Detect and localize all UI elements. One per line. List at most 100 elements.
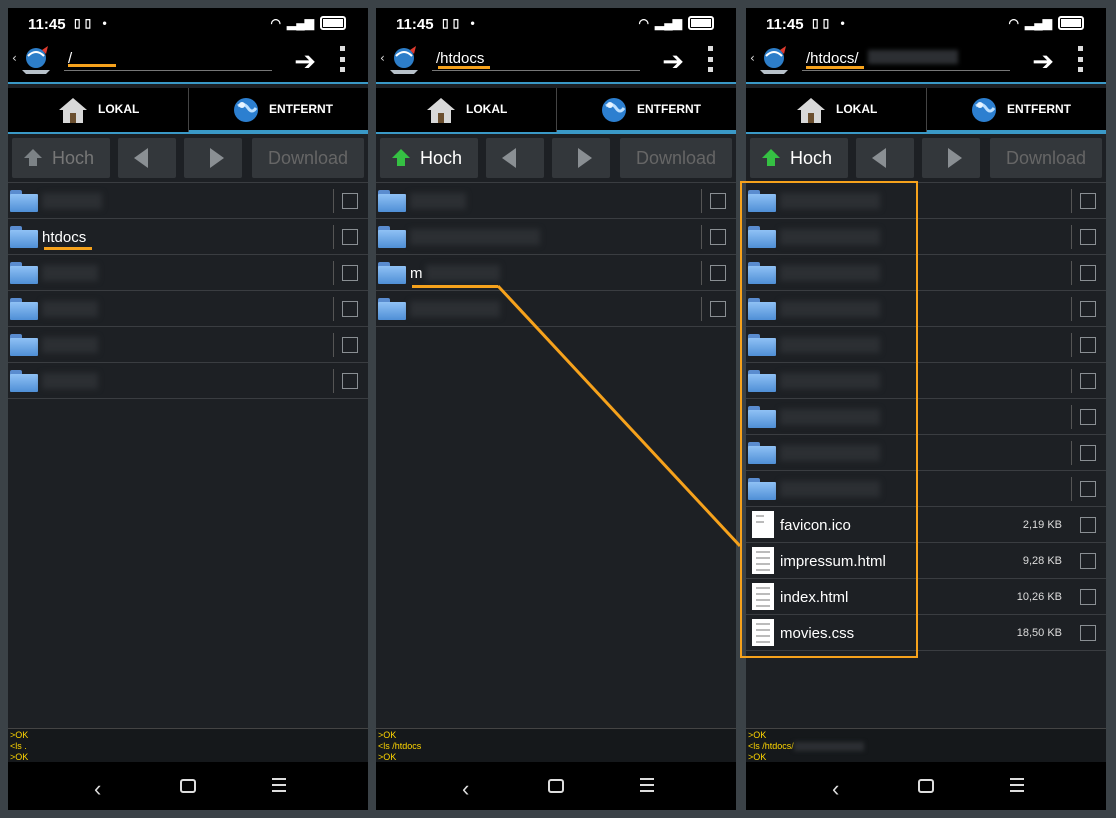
row-checkbox[interactable] bbox=[342, 337, 358, 353]
forward-button[interactable] bbox=[184, 138, 242, 178]
row-divider bbox=[1071, 261, 1072, 285]
blurred-name bbox=[410, 301, 500, 317]
row-checkbox[interactable] bbox=[1080, 517, 1096, 533]
svg-text:‹: ‹ bbox=[12, 51, 17, 65]
up-button[interactable]: Hoch bbox=[380, 138, 478, 178]
row-checkbox[interactable] bbox=[1080, 481, 1096, 497]
nav-home-icon[interactable] bbox=[180, 779, 196, 793]
status-icons: ◠ ▂▄▆ bbox=[271, 16, 346, 30]
go-arrow-icon[interactable]: ➔ bbox=[1032, 46, 1054, 77]
row-checkbox[interactable] bbox=[1080, 229, 1096, 245]
overflow-menu-icon[interactable] bbox=[338, 46, 346, 72]
globe-icon bbox=[972, 98, 996, 122]
row-checkbox[interactable] bbox=[342, 301, 358, 317]
app-logo-icon[interactable]: ‹ bbox=[380, 44, 422, 76]
row-checkbox[interactable] bbox=[342, 373, 358, 389]
up-label: Hoch bbox=[420, 148, 463, 168]
tab-local-label: LOKAL bbox=[836, 102, 878, 116]
row-checkbox[interactable] bbox=[1080, 589, 1096, 605]
folder-icon bbox=[378, 226, 406, 248]
status-indicator: ▯▯ • bbox=[442, 16, 479, 30]
tab-remote[interactable]: ENTFERNT bbox=[188, 88, 368, 134]
row-divider bbox=[333, 261, 334, 285]
tab-remote[interactable]: ENTFERNT bbox=[556, 88, 736, 134]
triangle-right-icon bbox=[578, 148, 592, 168]
tab-bar-divider bbox=[8, 132, 368, 134]
file-size: 10,26 KB bbox=[1016, 591, 1062, 603]
back-button[interactable] bbox=[486, 138, 544, 178]
go-arrow-icon[interactable]: ➔ bbox=[294, 46, 316, 77]
app-logo-icon[interactable]: ‹ bbox=[12, 44, 54, 76]
row-checkbox[interactable] bbox=[710, 193, 726, 209]
download-button[interactable]: Download bbox=[990, 138, 1102, 178]
system-nav-bar: ‹ bbox=[376, 762, 736, 810]
row-checkbox[interactable] bbox=[1080, 265, 1096, 281]
blurred-name bbox=[42, 337, 98, 353]
list-item[interactable] bbox=[8, 182, 368, 219]
status-bar: 11:45 ▯▯ • ◠ ▂▄▆ bbox=[376, 8, 736, 38]
row-checkbox[interactable] bbox=[342, 229, 358, 245]
signal-icon: ▂▄▆ bbox=[1025, 16, 1052, 30]
nav-menu-icon[interactable] bbox=[272, 778, 286, 792]
folder-icon bbox=[378, 262, 406, 284]
item-name: htdocs bbox=[42, 229, 87, 246]
status-icons: ◠ ▂▄▆ bbox=[1009, 16, 1084, 30]
nav-home-icon[interactable] bbox=[918, 779, 934, 793]
overflow-menu-icon[interactable] bbox=[1076, 46, 1084, 72]
highlight-box-folder-contents bbox=[740, 181, 918, 658]
blurred-log-path bbox=[793, 742, 864, 752]
go-arrow-icon[interactable]: ➔ bbox=[662, 46, 684, 77]
row-checkbox[interactable] bbox=[1080, 301, 1096, 317]
list-item[interactable] bbox=[376, 219, 736, 255]
back-button[interactable] bbox=[118, 138, 176, 178]
up-button[interactable]: Hoch bbox=[12, 138, 110, 178]
nav-home-icon[interactable] bbox=[548, 779, 564, 793]
row-divider bbox=[1071, 441, 1072, 465]
list-item[interactable] bbox=[376, 291, 736, 327]
row-checkbox[interactable] bbox=[1080, 337, 1096, 353]
list-item[interactable] bbox=[8, 327, 368, 363]
row-checkbox[interactable] bbox=[1080, 373, 1096, 389]
row-checkbox[interactable] bbox=[342, 193, 358, 209]
tab-local[interactable]: LOKAL bbox=[746, 88, 926, 132]
triangle-left-icon bbox=[872, 148, 886, 168]
overflow-menu-icon[interactable] bbox=[706, 46, 714, 72]
command-log: >OK <ls /htdocs >OK bbox=[376, 728, 736, 762]
row-checkbox[interactable] bbox=[710, 265, 726, 281]
nav-back-icon[interactable]: ‹ bbox=[832, 776, 839, 802]
list-item[interactable] bbox=[8, 255, 368, 291]
tab-local[interactable]: LOKAL bbox=[8, 88, 188, 132]
app-logo-icon[interactable]: ‹ bbox=[750, 44, 792, 76]
row-divider bbox=[1071, 477, 1072, 501]
row-checkbox[interactable] bbox=[1080, 553, 1096, 569]
row-checkbox[interactable] bbox=[710, 229, 726, 245]
list-item[interactable] bbox=[376, 182, 736, 219]
battery-icon bbox=[320, 16, 346, 30]
list-item[interactable] bbox=[8, 291, 368, 327]
up-label: Hoch bbox=[790, 148, 833, 168]
up-button[interactable]: Hoch bbox=[750, 138, 848, 178]
nav-menu-icon[interactable] bbox=[1010, 778, 1024, 792]
download-button[interactable]: Download bbox=[620, 138, 732, 178]
nav-menu-icon[interactable] bbox=[640, 778, 654, 792]
path-input[interactable]: / bbox=[64, 46, 272, 71]
blurred-name bbox=[42, 265, 98, 281]
nav-back-icon[interactable]: ‹ bbox=[462, 776, 469, 802]
tab-remote[interactable]: ENTFERNT bbox=[926, 88, 1106, 134]
row-checkbox[interactable] bbox=[710, 301, 726, 317]
row-checkbox[interactable] bbox=[342, 265, 358, 281]
file-list: m bbox=[376, 182, 736, 327]
row-checkbox[interactable] bbox=[1080, 625, 1096, 641]
row-divider bbox=[333, 225, 334, 249]
forward-button[interactable] bbox=[552, 138, 610, 178]
back-button[interactable] bbox=[856, 138, 914, 178]
forward-button[interactable] bbox=[922, 138, 980, 178]
row-divider bbox=[1071, 225, 1072, 249]
list-item[interactable] bbox=[8, 363, 368, 399]
row-checkbox[interactable] bbox=[1080, 409, 1096, 425]
tab-local[interactable]: LOKAL bbox=[376, 88, 556, 132]
nav-back-icon[interactable]: ‹ bbox=[94, 776, 101, 802]
row-checkbox[interactable] bbox=[1080, 193, 1096, 209]
download-button[interactable]: Download bbox=[252, 138, 364, 178]
row-checkbox[interactable] bbox=[1080, 445, 1096, 461]
